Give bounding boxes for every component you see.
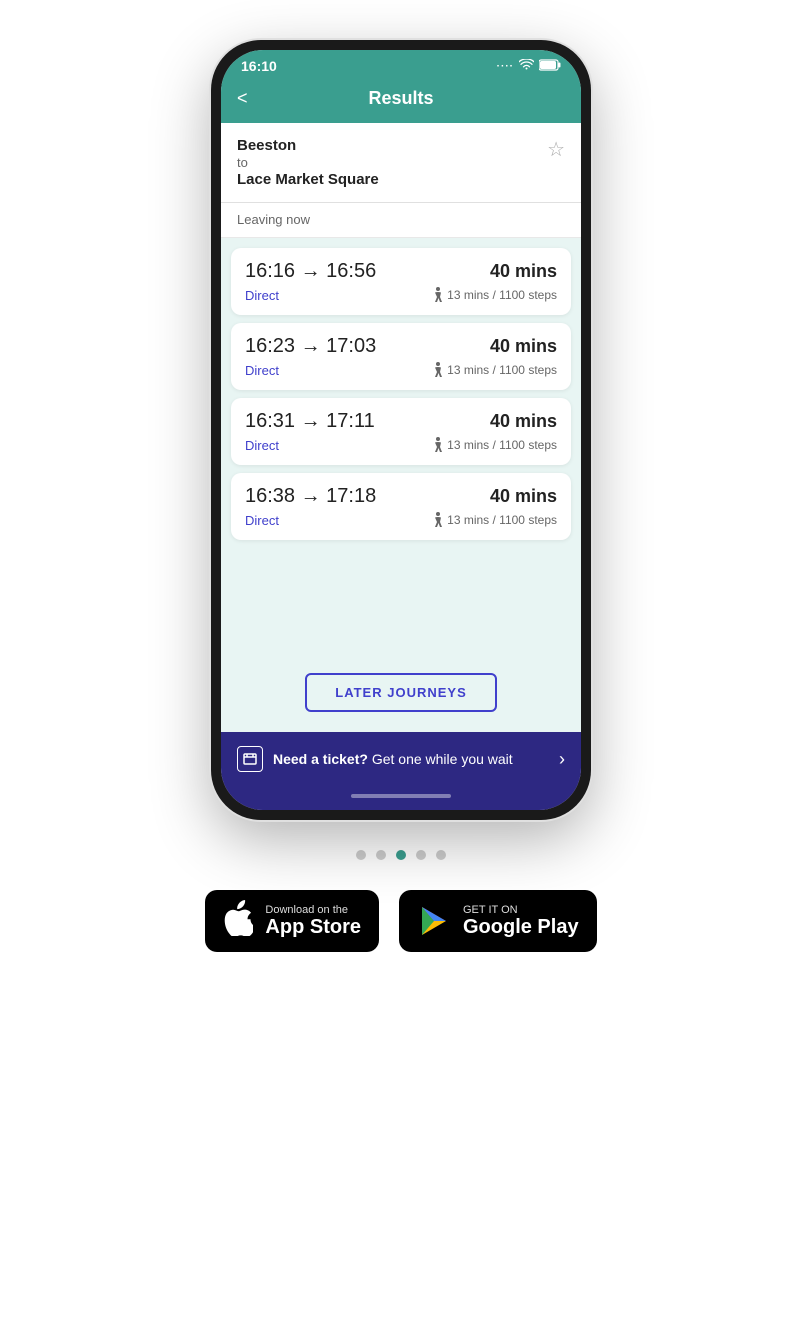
journey-card-1[interactable]: 16:16 → 16:56 40 mins Direct 13 mins / 1… xyxy=(231,248,571,315)
apple-icon xyxy=(223,900,253,942)
status-bar: 16:10 ···· xyxy=(221,50,581,80)
journey-type: Direct xyxy=(245,363,279,378)
journey-card-4[interactable]: 16:38 → 17:18 40 mins Direct 13 mins / 1… xyxy=(231,473,571,540)
origin-stop: Beeston xyxy=(237,137,379,154)
journey-top: 16:31 → 17:11 40 mins xyxy=(245,410,557,433)
journey-times: 16:23 → 17:03 xyxy=(245,335,376,358)
home-bar xyxy=(351,794,451,798)
app-header: < Results xyxy=(221,80,581,123)
journey-walk: 13 mins / 1100 steps xyxy=(432,287,557,303)
journey-bottom: Direct 13 mins / 1100 steps xyxy=(245,437,557,453)
battery-icon xyxy=(539,59,561,74)
journey-top: 16:23 → 17:03 40 mins xyxy=(245,335,557,358)
journey-duration: 40 mins xyxy=(490,486,557,507)
google-play-text: GET IT ON Google Play xyxy=(463,904,579,939)
journey-duration: 40 mins xyxy=(490,261,557,282)
ticket-arrow-icon: › xyxy=(559,749,565,770)
dot-3[interactable] xyxy=(396,850,406,860)
dot-5[interactable] xyxy=(436,850,446,860)
home-indicator xyxy=(221,786,581,810)
journey-duration: 40 mins xyxy=(490,336,557,357)
journey-list: 16:16 → 16:56 40 mins Direct 13 mins / 1… xyxy=(221,238,581,661)
leaving-now-label: Leaving now xyxy=(237,212,310,227)
signal-icon: ···· xyxy=(497,61,514,72)
google-play-button[interactable]: GET IT ON Google Play xyxy=(399,890,597,952)
app-store-button[interactable]: Download on the App Store xyxy=(205,890,379,952)
journey-duration: 40 mins xyxy=(490,411,557,432)
journey-walk: 13 mins / 1100 steps xyxy=(432,362,557,378)
phone-mockup: 16:10 ···· xyxy=(211,40,591,820)
journey-times: 16:31 → 17:11 xyxy=(245,410,375,433)
status-time: 16:10 xyxy=(241,58,277,74)
ticket-icon xyxy=(237,746,263,772)
app-store-text: Download on the App Store xyxy=(265,904,361,939)
later-journeys-button[interactable]: LATER JOURNEYS xyxy=(305,673,497,712)
dot-4[interactable] xyxy=(416,850,426,860)
journey-walk: 13 mins / 1100 steps xyxy=(432,437,557,453)
ticket-desc: Get one while you wait xyxy=(368,751,513,767)
dot-1[interactable] xyxy=(356,850,366,860)
content-area: Beeston to Lace Market Square ☆ Leaving … xyxy=(221,123,581,732)
google-play-big-label: Google Play xyxy=(463,916,579,939)
journey-walk: 13 mins / 1100 steps xyxy=(432,512,557,528)
journey-times: 16:38 → 17:18 xyxy=(245,485,376,508)
journey-card-3[interactable]: 16:31 → 17:11 40 mins Direct 13 mins / 1… xyxy=(231,398,571,465)
leaving-bar: Leaving now xyxy=(221,203,581,238)
later-journeys-wrapper: LATER JOURNEYS xyxy=(221,661,581,732)
pagination-dots xyxy=(356,850,446,860)
journey-times: 16:16 → 16:56 xyxy=(245,260,376,283)
app-store-small-label: Download on the xyxy=(265,904,361,916)
status-icons: ···· xyxy=(497,59,561,74)
journey-card-2[interactable]: 16:23 → 17:03 40 mins Direct 13 mins / 1… xyxy=(231,323,571,390)
back-button[interactable]: < xyxy=(237,88,248,109)
to-label: to xyxy=(237,155,379,170)
google-play-small-label: GET IT ON xyxy=(463,904,579,916)
store-buttons: Download on the App Store GET IT ON Goog… xyxy=(205,890,596,952)
google-play-icon xyxy=(417,904,451,938)
route-card: Beeston to Lace Market Square ☆ xyxy=(221,123,581,203)
app-store-big-label: App Store xyxy=(265,916,361,939)
journey-top: 16:16 → 16:56 40 mins xyxy=(245,260,557,283)
journey-bottom: Direct 13 mins / 1100 steps xyxy=(245,362,557,378)
journey-type: Direct xyxy=(245,438,279,453)
ticket-banner[interactable]: Need a ticket? Get one while you wait › xyxy=(221,732,581,786)
destination-stop: Lace Market Square xyxy=(237,171,379,188)
ticket-text: Need a ticket? Get one while you wait xyxy=(273,751,549,767)
page-title: Results xyxy=(368,88,433,109)
journey-top: 16:38 → 17:18 40 mins xyxy=(245,485,557,508)
phone-screen: 16:10 ···· xyxy=(221,50,581,810)
journey-bottom: Direct 13 mins / 1100 steps xyxy=(245,287,557,303)
journey-type: Direct xyxy=(245,513,279,528)
journey-bottom: Direct 13 mins / 1100 steps xyxy=(245,512,557,528)
favorite-button[interactable]: ☆ xyxy=(547,137,565,162)
route-info: Beeston to Lace Market Square xyxy=(237,137,379,188)
wifi-icon xyxy=(519,59,534,74)
dot-2[interactable] xyxy=(376,850,386,860)
journey-type: Direct xyxy=(245,288,279,303)
ticket-bold: Need a ticket? xyxy=(273,751,368,767)
